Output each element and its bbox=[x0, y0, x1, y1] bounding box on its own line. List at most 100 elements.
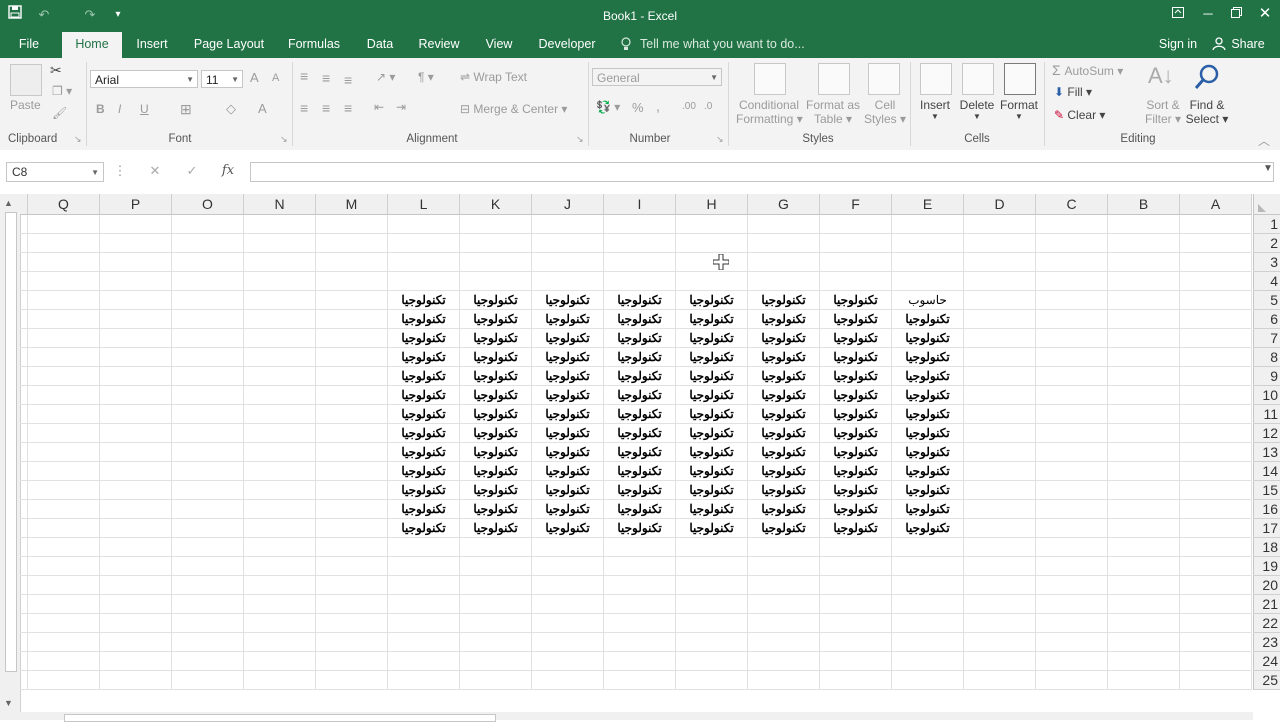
cell-q25[interactable] bbox=[28, 671, 100, 690]
cell-j15[interactable]: تكنولوجيا bbox=[532, 481, 604, 500]
cell-h25[interactable] bbox=[676, 671, 748, 690]
cell-i24[interactable] bbox=[604, 652, 676, 671]
tab-data[interactable]: Data bbox=[358, 32, 402, 58]
cell-l17[interactable]: تكنولوجيا bbox=[388, 519, 460, 538]
cell-f20[interactable] bbox=[820, 576, 892, 595]
cell-q23[interactable] bbox=[28, 633, 100, 652]
fill-button[interactable]: ⬇ Fill ▾ bbox=[1054, 85, 1092, 99]
cell-j25[interactable] bbox=[532, 671, 604, 690]
cell-n19[interactable] bbox=[244, 557, 316, 576]
cell-a21[interactable] bbox=[1180, 595, 1252, 614]
cell-l13[interactable]: تكنولوجيا bbox=[388, 443, 460, 462]
cell-o23[interactable] bbox=[172, 633, 244, 652]
row-header-10[interactable]: 10 bbox=[1253, 386, 1280, 405]
cell-d1[interactable] bbox=[964, 215, 1036, 234]
column-header-b[interactable]: B bbox=[1108, 194, 1180, 215]
cell-e13[interactable]: تكنولوجيا bbox=[892, 443, 964, 462]
cell-d4[interactable] bbox=[964, 272, 1036, 291]
cell-h10[interactable]: تكنولوجيا bbox=[676, 386, 748, 405]
italic-button[interactable]: I bbox=[118, 102, 121, 116]
cell-f5[interactable]: تكنولوجيا bbox=[820, 291, 892, 310]
row-header-14[interactable]: 14 bbox=[1253, 462, 1280, 481]
cell-b23[interactable] bbox=[1108, 633, 1180, 652]
row-header-25[interactable]: 25 bbox=[1253, 671, 1280, 690]
cell-q10[interactable] bbox=[28, 386, 100, 405]
share-button[interactable]: Share bbox=[1228, 32, 1268, 58]
cell-l9[interactable]: تكنولوجيا bbox=[388, 367, 460, 386]
cell-j17[interactable]: تكنولوجيا bbox=[532, 519, 604, 538]
ribbon-display-icon[interactable] bbox=[1164, 3, 1192, 25]
cell-h18[interactable] bbox=[676, 538, 748, 557]
cell-h16[interactable]: تكنولوجيا bbox=[676, 500, 748, 519]
cell-h11[interactable]: تكنولوجيا bbox=[676, 405, 748, 424]
row-header-7[interactable]: 7 bbox=[1253, 329, 1280, 348]
row-header-23[interactable]: 23 bbox=[1253, 633, 1280, 652]
cell-d10[interactable] bbox=[964, 386, 1036, 405]
cell-q19[interactable] bbox=[28, 557, 100, 576]
tab-page-layout[interactable]: Page Layout bbox=[186, 32, 272, 58]
cell-b3[interactable] bbox=[1108, 253, 1180, 272]
cell-o20[interactable] bbox=[172, 576, 244, 595]
cell-m3[interactable] bbox=[316, 253, 388, 272]
column-header-q[interactable]: Q bbox=[28, 194, 100, 215]
cell-l7[interactable]: تكنولوجيا bbox=[388, 329, 460, 348]
cell-k21[interactable] bbox=[460, 595, 532, 614]
cell-l5[interactable]: تكنولوجيا bbox=[388, 291, 460, 310]
cell-o14[interactable] bbox=[172, 462, 244, 481]
cell-j2[interactable] bbox=[532, 234, 604, 253]
cell-p22[interactable] bbox=[100, 614, 172, 633]
bottom-align-icon[interactable]: ≡ bbox=[344, 72, 352, 88]
top-align-icon[interactable]: ≡ bbox=[300, 68, 308, 84]
clipboard-launcher-icon[interactable]: ↘ bbox=[74, 134, 82, 145]
cell-j18[interactable] bbox=[532, 538, 604, 557]
cell-j1[interactable] bbox=[532, 215, 604, 234]
decrease-indent-icon[interactable]: ⇤ bbox=[374, 100, 384, 114]
cell-m4[interactable] bbox=[316, 272, 388, 291]
cell-m7[interactable] bbox=[316, 329, 388, 348]
cell-g3[interactable] bbox=[748, 253, 820, 272]
tab-formulas[interactable]: Formulas bbox=[282, 32, 346, 58]
cell-b17[interactable] bbox=[1108, 519, 1180, 538]
insert-cells-button[interactable]: Insert ▼ bbox=[914, 98, 956, 121]
cell-c20[interactable] bbox=[1036, 576, 1108, 595]
cell-h20[interactable] bbox=[676, 576, 748, 595]
cell-m14[interactable] bbox=[316, 462, 388, 481]
cell-i3[interactable] bbox=[604, 253, 676, 272]
select-all-button[interactable] bbox=[1253, 194, 1280, 215]
row-header-9[interactable]: 9 bbox=[1253, 367, 1280, 386]
column-header-k[interactable]: K bbox=[460, 194, 532, 215]
row-header-16[interactable]: 16 bbox=[1253, 500, 1280, 519]
cell-m19[interactable] bbox=[316, 557, 388, 576]
grow-font-button[interactable]: A bbox=[250, 70, 259, 85]
cell-d20[interactable] bbox=[964, 576, 1036, 595]
cell-h7[interactable]: تكنولوجيا bbox=[676, 329, 748, 348]
cell-f25[interactable] bbox=[820, 671, 892, 690]
cell-p8[interactable] bbox=[100, 348, 172, 367]
cell-n9[interactable] bbox=[244, 367, 316, 386]
cell-p21[interactable] bbox=[100, 595, 172, 614]
cell-d3[interactable] bbox=[964, 253, 1036, 272]
comma-button[interactable]: , bbox=[656, 98, 660, 114]
cell-c2[interactable] bbox=[1036, 234, 1108, 253]
formula-input[interactable] bbox=[250, 162, 1274, 182]
cell-p7[interactable] bbox=[100, 329, 172, 348]
cell-m12[interactable] bbox=[316, 424, 388, 443]
cell-p25[interactable] bbox=[100, 671, 172, 690]
conditional-formatting-button[interactable]: Conditional Formatting ▾ bbox=[736, 98, 803, 126]
cell-m21[interactable] bbox=[316, 595, 388, 614]
cell-d15[interactable] bbox=[964, 481, 1036, 500]
cell-i20[interactable] bbox=[604, 576, 676, 595]
cell-m18[interactable] bbox=[316, 538, 388, 557]
align-left-icon[interactable]: ≡ bbox=[300, 100, 308, 116]
cell-i18[interactable] bbox=[604, 538, 676, 557]
cell-l23[interactable] bbox=[388, 633, 460, 652]
font-color-button[interactable]: A bbox=[258, 101, 267, 116]
cell-p17[interactable] bbox=[100, 519, 172, 538]
cell-q24[interactable] bbox=[28, 652, 100, 671]
cell-e20[interactable] bbox=[892, 576, 964, 595]
cell-k8[interactable]: تكنولوجيا bbox=[460, 348, 532, 367]
rtl-direction-icon[interactable]: ¶ ▾ bbox=[418, 70, 434, 84]
cell-h5[interactable]: تكنولوجيا bbox=[676, 291, 748, 310]
cell-a6[interactable] bbox=[1180, 310, 1252, 329]
cell-i21[interactable] bbox=[604, 595, 676, 614]
